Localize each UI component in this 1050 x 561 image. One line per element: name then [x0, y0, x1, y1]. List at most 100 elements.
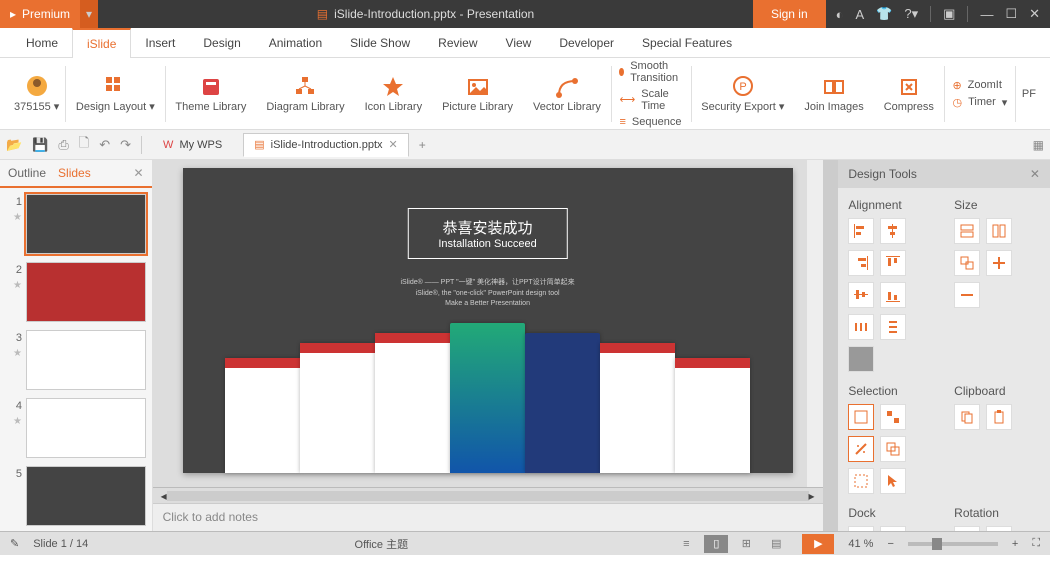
picture-library-button[interactable]: Picture Library	[432, 58, 523, 129]
align-left-button[interactable]	[848, 218, 874, 244]
zoom-out-icon[interactable]: −	[887, 538, 893, 550]
security-export-button[interactable]: P Security Export ▾	[691, 58, 794, 129]
compress-button[interactable]: Compress	[874, 58, 944, 129]
theme-library-button[interactable]: Theme Library	[165, 58, 256, 129]
normal-view-icon[interactable]: ▯	[704, 535, 728, 553]
tab-islide[interactable]: iSlide	[72, 28, 131, 58]
zoomit-item[interactable]: ⊕ZoomIt	[952, 79, 1007, 92]
select-same-button[interactable]	[880, 404, 906, 430]
same-size-button[interactable]	[954, 250, 980, 276]
vector-library-button[interactable]: Vector Library	[523, 58, 611, 129]
tab-design[interactable]: Design	[189, 28, 254, 57]
zoom-in-icon[interactable]: +	[1012, 538, 1018, 550]
grow-button[interactable]	[986, 250, 1012, 276]
doc-tab-wps[interactable]: W My WPS	[152, 133, 233, 157]
tab-special[interactable]: Special Features	[628, 28, 746, 57]
slide-canvas[interactable]: 恭喜安装成功 Installation Succeed iSlide® —— P…	[183, 168, 793, 473]
sorter-view-icon[interactable]: ⊞	[734, 535, 758, 553]
tab-developer[interactable]: Developer	[545, 28, 628, 57]
ribbon-toggle-icon[interactable]: ▣	[943, 6, 955, 22]
thumb-row[interactable]: 1★	[4, 194, 148, 254]
tab-insert[interactable]: Insert	[131, 28, 189, 57]
paste-button[interactable]	[986, 404, 1012, 430]
thumb-row[interactable]: 2★	[4, 262, 148, 322]
hscroll-track[interactable]	[167, 491, 809, 501]
shrink-button[interactable]	[954, 282, 980, 308]
pane-close-icon[interactable]: ✕	[1030, 167, 1040, 181]
rotate-left-button[interactable]	[954, 526, 980, 531]
smooth-transition-item[interactable]: Smooth Transition	[619, 60, 682, 84]
tab-list-icon[interactable]: ▦	[1033, 138, 1044, 152]
zoom-slider[interactable]	[908, 542, 998, 546]
tab-home[interactable]: Home	[12, 28, 72, 57]
align-top-button[interactable]	[880, 250, 906, 276]
scale-time-item[interactable]: ⟷Scale Time	[619, 88, 682, 112]
scroll-right-icon[interactable]: ▸	[809, 489, 815, 503]
same-width-button[interactable]	[954, 218, 980, 244]
pointer-button[interactable]	[880, 468, 906, 494]
new-tab-icon[interactable]: +	[419, 138, 426, 152]
distribute-v-button[interactable]	[880, 314, 906, 340]
magic-select-button[interactable]	[848, 436, 874, 462]
horizontal-scrollbar[interactable]: ◂ ▸	[153, 487, 823, 503]
close-icon[interactable]: ✕	[1029, 6, 1040, 22]
dock-left-button[interactable]	[848, 526, 874, 531]
doc-tab-active[interactable]: ▤ iSlide-Introduction.pptx ✕	[243, 133, 409, 157]
fit-icon[interactable]: ⛶	[1032, 537, 1040, 550]
vertical-scrollbar[interactable]	[807, 160, 823, 487]
notes-view-icon[interactable]: ≡	[674, 535, 698, 553]
pane-close-icon[interactable]: ✕	[134, 166, 144, 180]
zoom-thumb[interactable]	[932, 538, 942, 550]
thumb-row[interactable]: 4★	[4, 398, 148, 458]
tab-view[interactable]: View	[492, 28, 546, 57]
same-height-button[interactable]	[986, 218, 1012, 244]
thumbnail-2[interactable]	[26, 262, 146, 322]
align-bottom-button[interactable]	[880, 282, 906, 308]
tab-close-icon[interactable]: ✕	[389, 138, 398, 151]
slideshow-button[interactable]: ▶	[802, 534, 834, 554]
diagram-library-button[interactable]: Diagram Library	[256, 58, 354, 129]
font-icon[interactable]: A	[856, 7, 865, 22]
undo-icon[interactable]: ↶	[99, 137, 110, 153]
icon-library-button[interactable]: Icon Library	[355, 58, 432, 129]
print-icon[interactable]: ⎙	[58, 137, 68, 153]
help-icon[interactable]: ?▾	[904, 6, 918, 22]
thumbnail-4[interactable]	[26, 398, 146, 458]
skin-icon[interactable]: ◐	[836, 7, 844, 22]
canvas-scroll[interactable]: 恭喜安装成功 Installation Succeed iSlide® —— P…	[153, 160, 823, 487]
align-center-button[interactable]	[880, 218, 906, 244]
tab-slideshow[interactable]: Slide Show	[336, 28, 424, 57]
sequence-item[interactable]: ≡Sequence	[619, 116, 682, 128]
premium-button[interactable]: ▸ Premium	[0, 0, 80, 28]
tab-animation[interactable]: Animation	[255, 28, 336, 57]
join-images-button[interactable]: Join Images	[794, 58, 873, 129]
tab-review[interactable]: Review	[424, 28, 491, 57]
thumbnail-3[interactable]	[26, 330, 146, 390]
design-layout-button[interactable]: Design Layout ▾	[66, 58, 165, 129]
redo-icon[interactable]: ↷	[120, 137, 131, 153]
thumbnail-5[interactable]	[26, 466, 146, 526]
thumb-row[interactable]: 5	[4, 466, 148, 526]
thumb-row[interactable]: 3★	[4, 330, 148, 390]
open-icon[interactable]: 📂	[6, 137, 22, 153]
save-icon[interactable]: 💾	[32, 137, 48, 153]
reading-view-icon[interactable]: ▤	[764, 535, 788, 553]
notes-pane[interactable]: Click to add notes	[153, 503, 823, 531]
minimize-icon[interactable]: —	[980, 7, 993, 22]
spellcheck-icon[interactable]: ✎	[10, 537, 19, 550]
premium-dropdown[interactable]: ▾	[80, 0, 98, 28]
outline-tab[interactable]: Outline	[8, 166, 46, 180]
slides-tab[interactable]: Slides	[58, 166, 91, 180]
preview-icon[interactable]: 🗋	[79, 134, 89, 156]
maximize-icon[interactable]: ☐	[1005, 6, 1017, 22]
copy-button[interactable]	[954, 404, 980, 430]
thumbnail-1[interactable]	[26, 194, 146, 254]
distribute-h-button[interactable]	[848, 314, 874, 340]
select-all-button[interactable]	[848, 468, 874, 494]
account-group[interactable]: 375155 ▾	[8, 58, 65, 129]
shirt-icon[interactable]: 👕	[876, 6, 892, 22]
select-type-button[interactable]	[848, 404, 874, 430]
signin-button[interactable]: Sign in	[753, 0, 826, 28]
align-right-button[interactable]	[848, 250, 874, 276]
align-middle-button[interactable]	[848, 282, 874, 308]
